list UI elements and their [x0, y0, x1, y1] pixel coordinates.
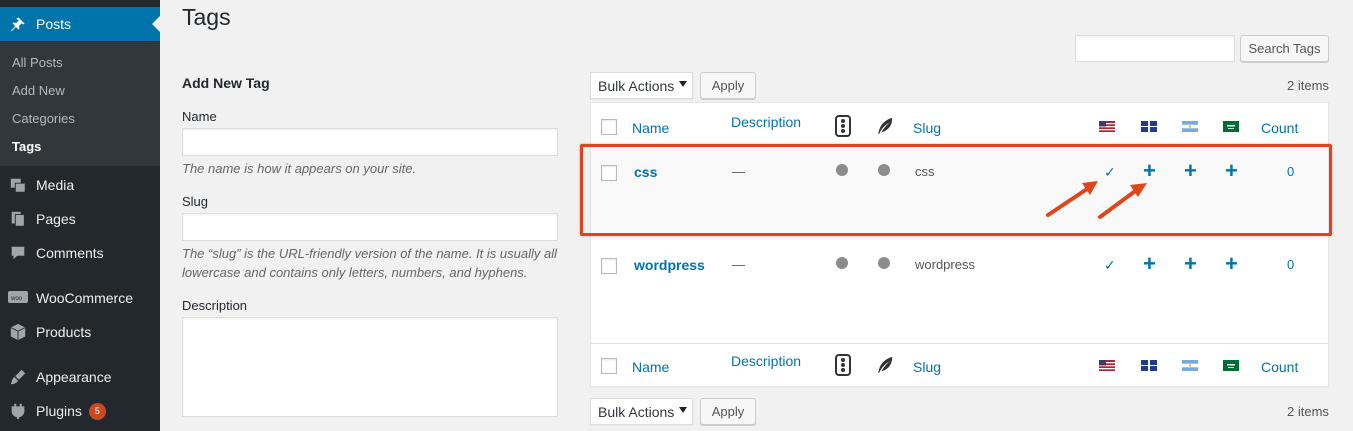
- tag-description-textarea[interactable]: [182, 317, 558, 417]
- column-description[interactable]: Description: [731, 353, 801, 369]
- saudi-flag-icon: [1223, 121, 1239, 132]
- pages-icon: [8, 209, 28, 229]
- menu-plugins[interactable]: Plugins 5: [0, 394, 160, 428]
- arrow-icon: [1046, 181, 1098, 217]
- menu-pages-label: Pages: [36, 211, 76, 227]
- pushpin-icon: [8, 14, 28, 34]
- posts-submenu: All Posts Add New Categories Tags: [0, 42, 160, 166]
- french-flag-icon: [1141, 360, 1157, 371]
- column-count[interactable]: Count: [1261, 359, 1298, 375]
- submenu-add-new[interactable]: Add New: [12, 83, 65, 98]
- feather-icon: [876, 117, 894, 138]
- annotation-arrows: [1046, 181, 1147, 219]
- status-dot: [878, 257, 890, 269]
- row-checkbox[interactable]: [601, 258, 617, 274]
- submenu-tags[interactable]: Tags: [12, 139, 41, 154]
- products-icon: [8, 322, 28, 342]
- column-name[interactable]: Name: [632, 359, 669, 375]
- admin-sidebar: Posts All Posts Add New Categories Tags …: [0, 0, 160, 431]
- traffic-light-icon: [835, 354, 851, 379]
- select-all-checkbox[interactable]: [601, 358, 617, 374]
- add-new-tag-heading: Add New Tag: [182, 75, 270, 91]
- row-description: —: [732, 257, 745, 272]
- table-header: Name Description Slug Count: [591, 103, 1328, 147]
- tag-name-field[interactable]: [182, 128, 558, 156]
- menu-comments-label: Comments: [36, 245, 104, 261]
- name-help-text: The name is how it appears on your site.: [182, 161, 417, 176]
- comment-icon: [8, 243, 28, 263]
- search-tags-button[interactable]: Search Tags: [1240, 35, 1329, 62]
- search-tags-input[interactable]: [1075, 35, 1235, 62]
- status-dot: [836, 257, 848, 269]
- menu-appearance-label: Appearance: [36, 369, 112, 385]
- select-all-checkbox[interactable]: [601, 119, 617, 135]
- menu-woocommerce[interactable]: woo WooCommerce: [0, 281, 160, 315]
- description-label: Description: [182, 298, 248, 313]
- feather-icon: [876, 356, 894, 377]
- tag-slug-field[interactable]: [182, 213, 558, 241]
- chevron-down-icon: [679, 407, 687, 413]
- column-slug[interactable]: Slug: [913, 120, 941, 136]
- menu-products-label: Products: [36, 324, 92, 340]
- argentina-flag-icon: [1182, 360, 1198, 371]
- column-slug[interactable]: Slug: [913, 359, 941, 375]
- apply-button-top[interactable]: Apply: [700, 72, 756, 99]
- arrow-icon: [1098, 183, 1147, 219]
- items-count-top: 2 items: [1287, 78, 1329, 93]
- plugins-update-badge: 5: [88, 402, 106, 420]
- highlight-box: [580, 144, 1332, 236]
- menu-pages[interactable]: Pages: [0, 202, 160, 236]
- add-translation-plus-icon[interactable]: +: [1225, 253, 1238, 275]
- menu-posts-label: Posts: [36, 16, 72, 32]
- menu-posts[interactable]: Posts: [0, 7, 160, 41]
- row-slug: wordpress: [915, 257, 975, 272]
- add-translation-plus-icon[interactable]: +: [1184, 253, 1197, 275]
- row-tag-name[interactable]: wordpress: [634, 257, 705, 273]
- argentina-flag-icon: [1182, 121, 1198, 132]
- table-row: wordpress — wordpress ✓ + + + 0: [591, 244, 1328, 284]
- name-label: Name: [182, 109, 217, 124]
- bulk-actions-select-top[interactable]: Bulk Actions: [590, 72, 693, 99]
- slug-help-text: The “slug” is the URL-friendly version o…: [182, 246, 557, 280]
- menu-appearance[interactable]: Appearance: [0, 360, 160, 394]
- traffic-light-icon: [835, 115, 851, 140]
- french-flag-icon: [1141, 121, 1157, 132]
- apply-button-bottom[interactable]: Apply: [700, 398, 756, 425]
- saudi-flag-icon: [1223, 360, 1239, 371]
- row-count[interactable]: 0: [1287, 257, 1294, 272]
- paintbrush-icon: [8, 367, 28, 387]
- menu-media[interactable]: Media: [0, 168, 160, 202]
- column-description[interactable]: Description: [731, 114, 801, 130]
- add-translation-plus-icon[interactable]: +: [1143, 253, 1156, 275]
- media-icon: [8, 175, 28, 195]
- menu-woocommerce-label: WooCommerce: [36, 290, 133, 306]
- menu-comments[interactable]: Comments: [0, 236, 160, 270]
- woocommerce-icon: woo: [8, 288, 28, 308]
- svg-text:woo: woo: [10, 296, 23, 302]
- chevron-down-icon: [679, 81, 687, 87]
- column-name[interactable]: Name: [632, 120, 669, 136]
- slug-label: Slug: [182, 194, 209, 209]
- menu-media-label: Media: [36, 177, 75, 193]
- submenu-categories[interactable]: Categories: [12, 111, 75, 126]
- page-title: Tags: [182, 4, 231, 30]
- submenu-all-posts[interactable]: All Posts: [12, 55, 63, 70]
- column-count[interactable]: Count: [1261, 120, 1298, 136]
- bulk-actions-select-bottom[interactable]: Bulk Actions: [590, 398, 693, 425]
- items-count-bottom: 2 items: [1287, 404, 1329, 419]
- us-flag-icon: [1099, 360, 1115, 371]
- menu-plugins-label: Plugins: [36, 403, 82, 419]
- table-footer: Name Description Slug Count: [591, 343, 1328, 387]
- us-flag-icon: [1099, 121, 1115, 132]
- bulk-actions-label: Bulk Actions: [598, 403, 675, 420]
- plugin-icon: [8, 401, 28, 421]
- menu-products[interactable]: Products: [0, 315, 160, 349]
- bulk-actions-label: Bulk Actions: [598, 77, 675, 94]
- translation-exists-check-icon[interactable]: ✓: [1104, 257, 1116, 274]
